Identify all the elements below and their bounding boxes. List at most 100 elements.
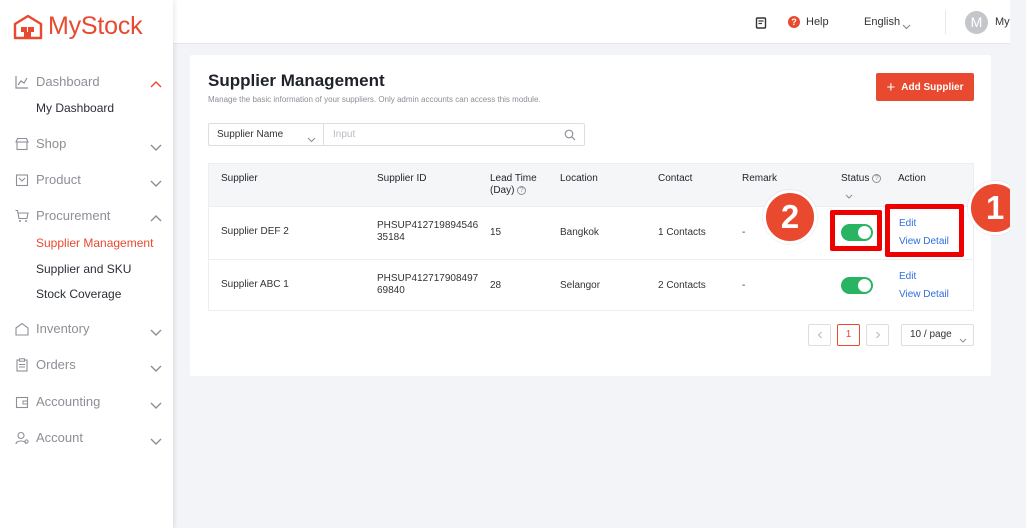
sidebar-item-label: Orders [36,357,76,372]
filter-field-select[interactable]: Supplier Name [208,123,324,146]
step-badge-2: 2 [763,190,817,244]
chevron-down-icon [150,324,162,336]
clipboard-icon [15,358,29,372]
sidebar-item-label: Account [36,430,83,445]
language-selector[interactable]: English [864,16,900,28]
sidebar-item-label: Procurement [36,208,111,223]
sidebar-item-label: Dashboard [36,74,100,89]
sidebar-item-label: Product [36,172,81,187]
status-label: Status [841,173,870,184]
app-name: MyStock [48,12,143,40]
table-row: Supplier ABC 1 PHSUP412717908497 69840 2… [209,259,973,312]
column-header-supplier-id: Supplier ID [377,173,427,184]
add-supplier-label: Add Supplier [901,81,964,93]
column-header-lead-time: Lead Time (Day) ? [490,173,537,197]
chevron-down-icon [150,139,162,151]
user-icon [15,431,29,445]
lead-time: 15 [490,227,502,238]
column-header-supplier: Supplier [221,173,258,184]
filter-field-value: Supplier Name [217,129,284,140]
sidebar-item-accounting[interactable]: Accounting [0,391,173,413]
cart-icon [15,209,29,223]
location: Bangkok [560,227,599,238]
supplier-id-line2: 35184 [377,232,405,243]
plus-icon: + [886,78,896,96]
avatar[interactable]: M [965,11,988,34]
remark: - [742,280,746,291]
column-header-action: Action [898,173,926,184]
user-name[interactable]: My [995,16,1010,28]
help-link[interactable]: Help [806,16,829,28]
contact: 1 Contacts [658,227,706,238]
page-title: Supplier Management [208,71,385,90]
sidebar: MyStock Dashboard My Dashboard Shop Prod… [0,0,173,528]
sidebar-item-shop[interactable]: Shop [0,133,173,155]
chevron-down-icon [150,360,162,372]
supplier-name: Supplier ABC 1 [221,279,289,290]
supplier-id-line1: PHSUP412717908497 [377,273,479,284]
chart-line-icon [15,75,29,89]
question-circle-icon[interactable]: ? [517,186,527,195]
column-header-location: Location [560,173,598,184]
sidebar-item-stock-coverage[interactable]: Stock Coverage [36,287,121,301]
help-icon[interactable]: ? [788,16,800,28]
highlight-box-action [885,204,964,257]
page-size-value: 10 / page [910,329,952,340]
chevron-down-icon [150,433,162,445]
prev-page-button[interactable] [808,324,831,346]
column-header-contact: Contact [658,173,693,184]
page-number-button[interactable]: 1 [837,324,860,346]
toggle-knob [858,279,871,292]
lead-time: 28 [490,280,502,291]
sidebar-item-label: Shop [36,136,67,151]
sidebar-item-my-dashboard[interactable]: My Dashboard [36,101,114,115]
lead-time-label-line1: Lead Time [490,173,537,184]
chevron-down-icon[interactable] [845,187,853,199]
header-divider [945,10,946,34]
wallet-icon [15,395,29,409]
supplier-id: PHSUP412717908497 69840 [377,273,478,297]
app-logo[interactable]: MyStock [13,12,143,41]
sidebar-item-procurement[interactable]: Procurement [0,205,173,227]
storefront-icon [15,137,29,151]
page-size-select[interactable]: 10 / page [901,324,974,346]
sidebar-item-supplier-and-sku[interactable]: Supplier and SKU [36,262,131,276]
supplier-name: Supplier DEF 2 [221,226,289,237]
sidebar-item-dashboard[interactable]: Dashboard [0,71,173,93]
highlight-box-status [830,210,882,251]
sidebar-item-label: Accounting [36,394,101,409]
sidebar-item-supplier-management[interactable]: Supplier Management [36,236,153,250]
chevron-down-icon[interactable] [902,18,911,30]
search-input[interactable] [323,123,585,146]
search-icon[interactable] [564,128,576,141]
edit-link[interactable]: Edit [899,271,916,282]
warehouse-logo-icon [13,14,43,40]
table-header: Supplier Supplier ID Lead Time (Day) ? L… [209,164,973,206]
location: Selangor [560,280,601,291]
sidebar-item-inventory[interactable]: Inventory [0,318,173,340]
supplier-id: PHSUP412719894546 35184 [377,220,478,244]
chevron-down-icon [150,175,162,187]
chevron-down-icon [959,332,967,343]
lead-time-label-line2: (Day) [490,185,515,196]
chevron-up-icon [150,77,162,88]
question-circle-icon[interactable]: ? [872,174,882,183]
view-detail-link[interactable]: View Detail [899,289,949,300]
supplier-id-line1: PHSUP412719894546 [377,220,479,231]
sidebar-item-orders[interactable]: Orders [0,354,173,376]
notes-icon[interactable] [755,16,767,29]
chevron-down-icon [150,397,162,409]
sidebar-item-label: Inventory [36,321,90,336]
chevron-up-icon [150,211,162,222]
sidebar-item-account[interactable]: Account [0,427,173,449]
status-toggle[interactable] [841,277,873,294]
sidebar-item-product[interactable]: Product [0,169,173,191]
column-header-status: Status ? [841,173,882,184]
column-header-remark: Remark [742,173,778,184]
add-supplier-button[interactable]: + Add Supplier [876,73,974,101]
box-icon [15,173,29,187]
next-page-button[interactable] [866,324,889,346]
chevron-down-icon [307,131,316,143]
warehouse-icon [15,322,29,336]
supplier-id-line2: 69840 [377,285,405,296]
